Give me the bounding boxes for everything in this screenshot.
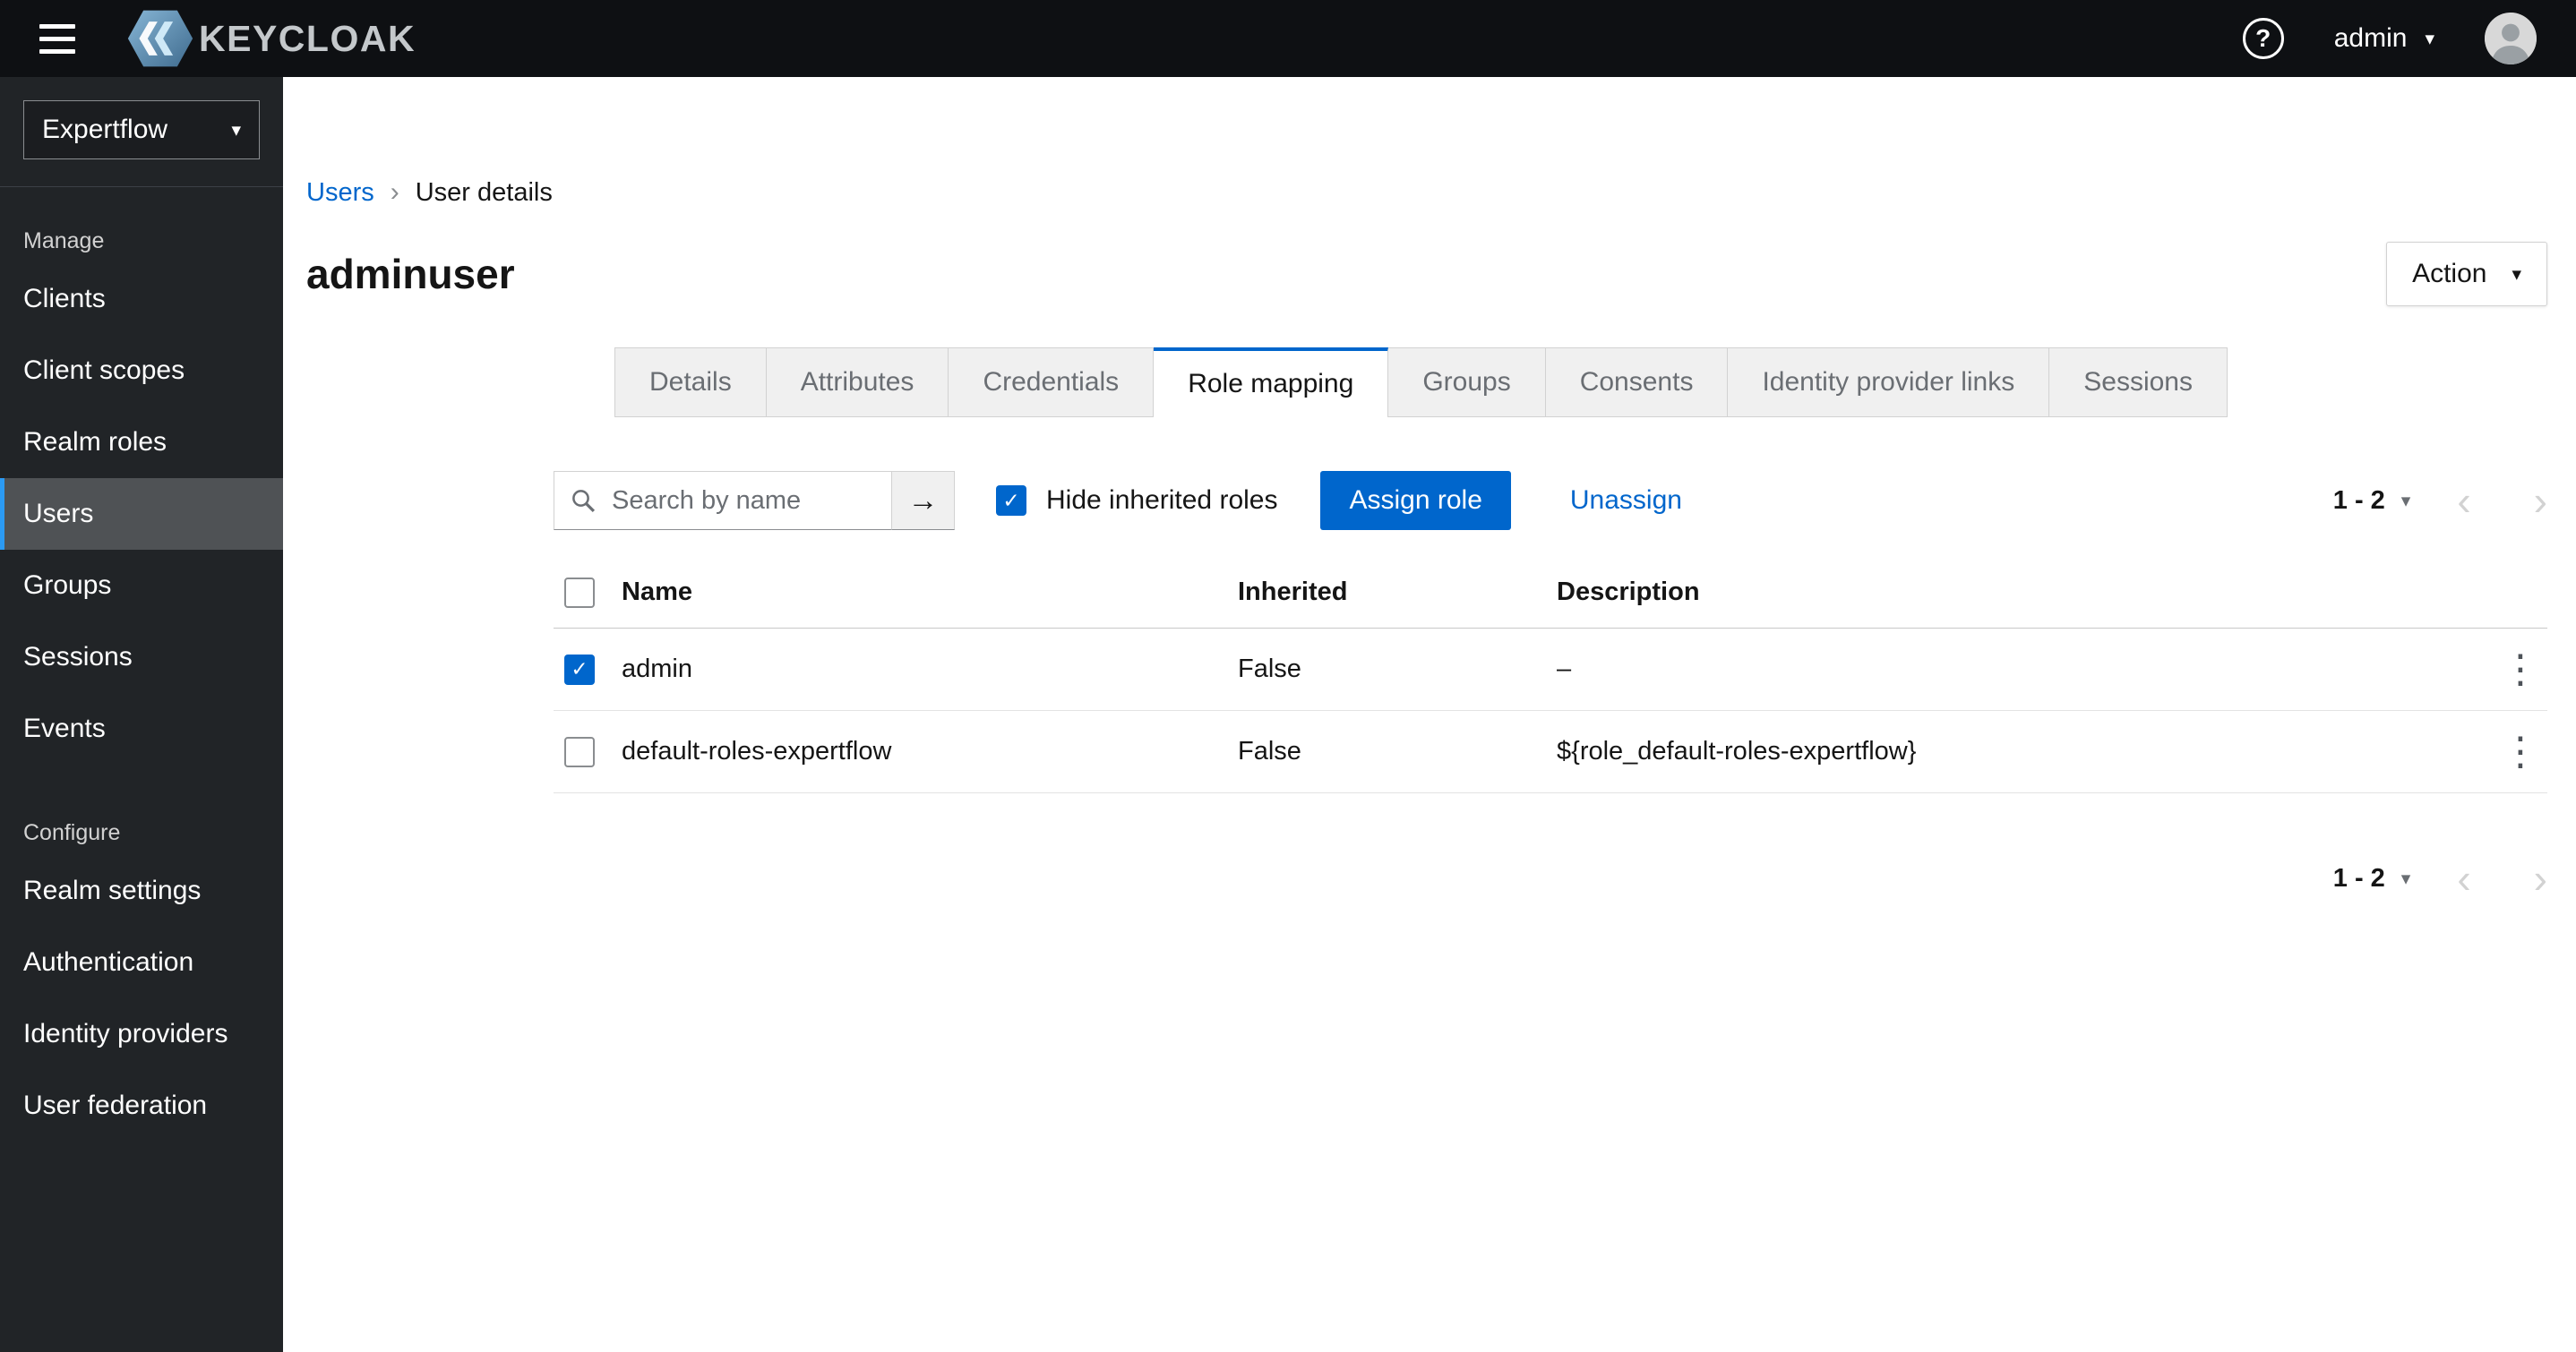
kebab-menu-button[interactable]: ⋮ [2494, 646, 2547, 691]
sidebar-item-client-scopes[interactable]: Client scopes [0, 335, 283, 406]
sidebar-item-events[interactable]: Events [0, 693, 283, 765]
user-menu-dropdown[interactable]: admin ▾ [2334, 23, 2434, 54]
search-group: → [554, 471, 955, 530]
header-right: ? admin ▾ [2242, 13, 2537, 64]
kebab-icon: ⋮ [2501, 729, 2540, 774]
unassign-link[interactable]: Unassign [1570, 485, 1682, 516]
toolbar: → ✓ Hide inherited roles Assign role Una… [554, 471, 2547, 530]
avatar[interactable] [2485, 13, 2537, 64]
column-header-description: Description [1557, 578, 1700, 606]
chevron-left-icon[interactable]: ‹ [2457, 858, 2470, 899]
title-row: adminuser Action ▾ [306, 242, 2547, 306]
sidebar-item-sessions[interactable]: Sessions [0, 621, 283, 693]
sidebar-item-realm-roles[interactable]: Realm roles [0, 406, 283, 478]
chevron-down-icon: ▾ [2400, 868, 2411, 889]
chevron-down-icon: ▾ [2400, 490, 2411, 511]
sidebar-item-user-federation[interactable]: User federation [0, 1070, 283, 1142]
tab-bar: Details Attributes Credentials Role mapp… [614, 347, 2547, 417]
action-button-label: Action [2412, 259, 2487, 288]
pagination-toggle[interactable]: 1 - 2 ▾ [2333, 864, 2411, 894]
role-mapping-panel: → ✓ Hide inherited roles Assign role Una… [554, 471, 2547, 899]
keycloak-logo-icon [125, 9, 195, 68]
chevron-right-icon[interactable]: › [2534, 858, 2547, 899]
app-shell: Expertflow ▾ Manage Clients Client scope… [0, 77, 2576, 1352]
table-header-row: Name Inherited Description [554, 557, 2547, 629]
checkmark-icon: ✓ [571, 657, 588, 680]
hamburger-menu-icon[interactable] [39, 23, 75, 54]
kebab-icon: ⋮ [2501, 646, 2540, 691]
pagination-range: 1 - 2 [2332, 485, 2385, 515]
main-content: Users › User details adminuser Action ▾ … [283, 77, 2576, 1352]
breadcrumb-current: User details [415, 177, 553, 207]
hide-inherited-checkbox[interactable]: ✓ [996, 485, 1026, 516]
top-header: KEYCLOAK ? admin ▾ [0, 0, 2576, 77]
column-header-inherited: Inherited [1238, 578, 1348, 606]
chevron-down-icon: ▾ [2512, 263, 2521, 285]
hide-inherited-label[interactable]: Hide inherited roles [1046, 485, 1277, 516]
row-checkbox[interactable] [564, 736, 595, 767]
tab-groups[interactable]: Groups [1388, 347, 1546, 417]
tab-credentials[interactable]: Credentials [949, 347, 1155, 417]
breadcrumb: Users › User details [306, 177, 2547, 208]
chevron-right-icon[interactable]: › [2534, 480, 2547, 521]
search-icon [570, 487, 597, 514]
search-input[interactable] [554, 471, 892, 530]
tab-attributes[interactable]: Attributes [766, 347, 949, 417]
realm-name: Expertflow [42, 115, 168, 144]
cell-description: ${role_default-roles-expertflow} [1557, 737, 1917, 766]
chevron-left-icon[interactable]: ‹ [2457, 480, 2470, 521]
top-pagination: 1 - 2 ▾ ‹ › [2333, 480, 2547, 521]
cell-inherited: False [1238, 737, 1301, 766]
cell-role-name: default-roles-expertflow [622, 737, 892, 766]
cell-description: – [1557, 655, 1572, 683]
cell-role-name: admin [622, 655, 692, 683]
tab-consents[interactable]: Consents [1545, 347, 1729, 417]
page-title: adminuser [306, 251, 515, 297]
column-header-name: Name [622, 578, 692, 606]
brand-text: KEYCLOAK [199, 17, 416, 59]
sidebar-item-groups[interactable]: Groups [0, 550, 283, 621]
search-submit-button[interactable]: → [892, 471, 955, 530]
user-avatar-icon [2485, 13, 2537, 64]
sidebar-item-users[interactable]: Users [0, 478, 283, 550]
hide-inherited-roles-control[interactable]: ✓ Hide inherited roles [996, 485, 1277, 516]
action-button[interactable]: Action ▾ [2386, 242, 2547, 306]
sidebar-item-clients[interactable]: Clients [0, 263, 283, 335]
assign-role-button[interactable]: Assign role [1320, 471, 1511, 530]
chevron-down-icon: ▾ [231, 119, 241, 141]
username-label: admin [2333, 23, 2408, 53]
table-row: default-roles-expertflow False ${role_de… [554, 711, 2547, 793]
roles-table: Name Inherited Description ✓ admin False… [554, 557, 2547, 793]
realm-selector[interactable]: Expertflow ▾ [23, 100, 260, 159]
section-label-manage: Manage [23, 228, 105, 253]
section-label-configure: Configure [23, 820, 121, 845]
sidebar-item-authentication[interactable]: Authentication [0, 927, 283, 998]
select-all-checkbox[interactable] [564, 577, 595, 608]
tab-details[interactable]: Details [614, 347, 767, 417]
sidebar: Expertflow ▾ Manage Clients Client scope… [0, 77, 283, 1352]
breadcrumb-separator-icon: › [390, 177, 399, 207]
pagination-range: 1 - 2 [2332, 863, 2385, 893]
pagination-nav: ‹ › [2457, 858, 2547, 899]
pagination-nav: ‹ › [2457, 480, 2547, 521]
sidebar-item-identity-providers[interactable]: Identity providers [0, 998, 283, 1070]
realm-selector-area: Expertflow ▾ [0, 77, 283, 187]
tab-role-mapping[interactable]: Role mapping [1154, 347, 1389, 417]
row-checkbox[interactable]: ✓ [564, 654, 595, 685]
bottom-pagination: 1 - 2 ▾ ‹ › [554, 858, 2547, 899]
chevron-down-icon: ▾ [2425, 28, 2434, 49]
breadcrumb-link-users[interactable]: Users [306, 178, 374, 208]
table-row: ✓ admin False – ⋮ [554, 629, 2547, 711]
kebab-menu-button[interactable]: ⋮ [2494, 732, 2547, 772]
arrow-right-icon: → [907, 483, 939, 518]
pagination-toggle[interactable]: 1 - 2 ▾ [2333, 486, 2411, 516]
checkmark-icon: ✓ [1002, 488, 1020, 512]
keycloak-logo: KEYCLOAK [125, 9, 416, 68]
sidebar-item-realm-settings[interactable]: Realm settings [0, 855, 283, 927]
tab-sessions[interactable]: Sessions [2049, 347, 2228, 417]
tab-identity-provider-links[interactable]: Identity provider links [1728, 347, 2050, 417]
help-icon[interactable]: ? [2242, 18, 2284, 59]
question-mark-glyph: ? [2255, 24, 2271, 52]
cell-inherited: False [1238, 655, 1301, 683]
